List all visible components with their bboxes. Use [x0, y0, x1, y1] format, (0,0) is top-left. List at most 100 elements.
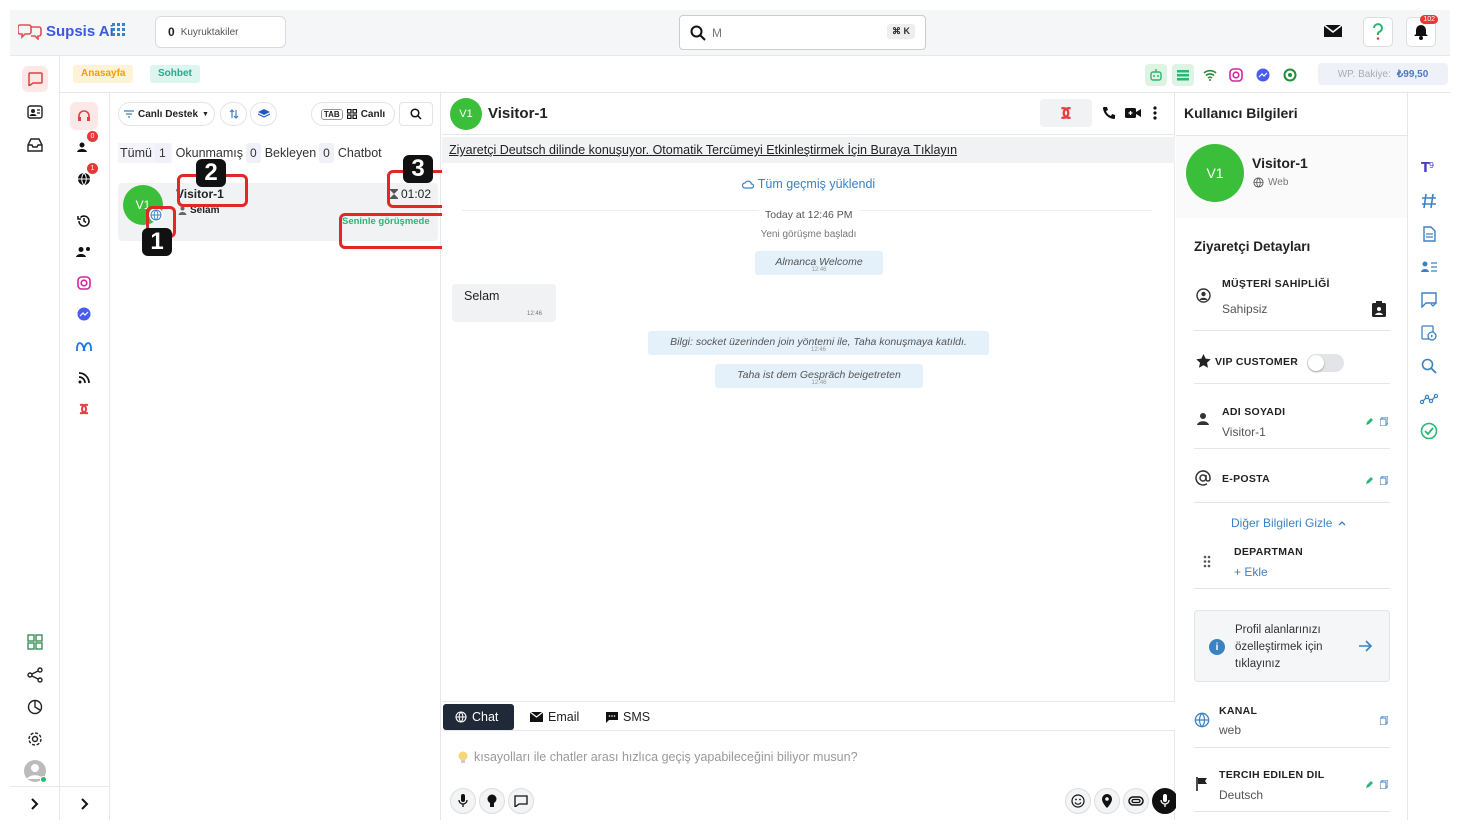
filter-rss[interactable] — [70, 364, 98, 392]
canned-responses-button[interactable] — [508, 788, 534, 814]
copy-icon[interactable] — [1380, 417, 1388, 426]
help-button[interactable] — [1363, 17, 1393, 47]
tab-chatbot[interactable]: Chatbot — [338, 143, 382, 163]
global-search[interactable]: M ⌘ K — [679, 15, 926, 50]
globe-alert-icon — [78, 172, 90, 186]
copy-icon[interactable] — [1380, 780, 1388, 789]
attachment-button[interactable] — [1123, 788, 1149, 814]
copy-icon[interactable] — [1380, 716, 1388, 725]
breadcrumb-home[interactable]: Anasayfa — [73, 65, 134, 83]
channel-value: web — [1219, 723, 1242, 737]
customize-profile-card[interactable]: i Profil alanlarınızı özelleştirmek için… — [1194, 610, 1390, 682]
department-filter[interactable]: Canlı Destek ▼ — [118, 102, 215, 126]
filter-live-support[interactable] — [70, 102, 98, 130]
app-logo[interactable]: Supsis Ai — [18, 22, 114, 40]
search-input[interactable]: M — [712, 26, 722, 40]
tool-contact-list[interactable] — [1418, 256, 1440, 278]
chevron-right-icon — [31, 797, 39, 810]
filter-history[interactable] — [70, 207, 98, 235]
microphone-icon — [458, 794, 468, 807]
sort-button[interactable] — [220, 102, 247, 126]
language-label: TERCIH EDILEN DIL — [1219, 769, 1325, 781]
phone-icon — [1103, 107, 1115, 119]
tool-variables[interactable]: T9 — [1418, 156, 1440, 178]
customize-hint: Profil alanlarınızı özelleştirmek için t… — [1235, 624, 1323, 670]
more-options-button[interactable] — [1153, 106, 1157, 120]
tab-email[interactable]: Email — [518, 704, 591, 730]
toggle-more-info[interactable]: Diğer Bilgileri Gizle — [1231, 516, 1346, 530]
list-search-button[interactable] — [399, 102, 433, 126]
view-toggle[interactable]: TAB Canlı — [311, 102, 395, 126]
filter-missed[interactable]: 1 — [70, 163, 98, 193]
channel-whatsapp[interactable] — [1279, 64, 1301, 86]
filter-instagram[interactable] — [70, 269, 98, 297]
wallet-balance[interactable]: WP. Bakiye: ₺99,50 — [1318, 63, 1448, 85]
owner-label: MÜŞTERİ SAHİPLİĞİ — [1222, 278, 1330, 290]
history-loaded[interactable]: Tüm geçmiş yüklendi — [442, 177, 1175, 191]
nav-chat[interactable] — [22, 66, 48, 92]
filter-brand[interactable] — [70, 395, 98, 423]
tool-notes[interactable] — [1418, 223, 1440, 245]
tab-waiting[interactable]: Bekleyen 0 — [265, 143, 334, 163]
notifications-button[interactable]: 102 — [1406, 15, 1438, 47]
gear-icon — [28, 732, 42, 746]
queue-button[interactable]: 0 Kuyruktakiler — [155, 16, 286, 48]
breadcrumb-chat[interactable]: Sohbet — [150, 65, 200, 83]
tab-all[interactable]: Tümü 1 — [118, 143, 172, 163]
vip-toggle[interactable] — [1307, 354, 1344, 372]
mail-icon[interactable] — [1323, 23, 1343, 39]
channel-list[interactable] — [1172, 64, 1194, 86]
filter-messenger[interactable] — [70, 300, 98, 328]
channel-bot[interactable] — [1145, 64, 1167, 86]
nav-dashboard[interactable] — [22, 629, 48, 655]
channel-instagram[interactable] — [1225, 64, 1247, 86]
emoji-button[interactable] — [1065, 788, 1091, 814]
arrow-right-icon — [1359, 640, 1373, 652]
tool-tags[interactable] — [1418, 190, 1440, 212]
expand-list-button[interactable] — [60, 786, 110, 820]
filter-meta[interactable] — [70, 332, 98, 360]
tool-verification[interactable] — [1418, 420, 1440, 442]
nav-share[interactable] — [22, 662, 48, 688]
edit-icon[interactable] — [1366, 417, 1374, 425]
channel-wifi[interactable] — [1199, 64, 1221, 86]
video-call-button[interactable] — [1125, 107, 1141, 119]
tool-media[interactable] — [1418, 322, 1440, 344]
edit-icon[interactable] — [1366, 476, 1374, 484]
tab-chat[interactable]: Chat — [443, 704, 514, 730]
filter-agents[interactable] — [70, 238, 98, 266]
annotation-label-2: 2 — [196, 159, 226, 187]
brand-action-button[interactable] — [1040, 99, 1092, 127]
nav-contacts[interactable] — [22, 99, 48, 125]
expand-nav-button[interactable] — [10, 786, 60, 820]
voice-note-button[interactable] — [450, 788, 476, 814]
add-department-button[interactable]: + Ekle — [1234, 565, 1268, 579]
system-message: Taha ist dem Gespräch beigetreten 12:46 — [715, 364, 923, 388]
edit-icon[interactable] — [1366, 780, 1374, 788]
wifi-icon — [1203, 69, 1217, 81]
assign-owner-icon[interactable] — [1372, 301, 1386, 317]
star-icon — [1196, 354, 1211, 368]
message-input[interactable]: kısayolları ile chatler arası hızlıca ge… — [458, 750, 858, 764]
nav-settings[interactable] — [22, 726, 48, 752]
copy-icon[interactable] — [1380, 476, 1388, 485]
filter-users[interactable]: 0 — [70, 131, 98, 161]
tool-search[interactable] — [1418, 355, 1440, 377]
suggestion-button[interactable] — [479, 788, 505, 814]
chat-check-icon — [1421, 292, 1437, 308]
layers-button[interactable] — [250, 102, 277, 126]
record-audio-button[interactable] — [1152, 788, 1178, 814]
tool-messages[interactable] — [1418, 289, 1440, 311]
translation-notice[interactable]: Ziyaretçi Deutsch dilinde konuşuyor. Oto… — [442, 137, 1175, 163]
language-value: Deutsch — [1219, 788, 1264, 802]
tab-sms[interactable]: SMS — [594, 704, 662, 730]
location-button[interactable] — [1094, 788, 1120, 814]
tool-journey[interactable] — [1418, 388, 1440, 410]
drag-handle-icon[interactable] — [1203, 555, 1211, 568]
call-button[interactable] — [1102, 106, 1116, 120]
channel-messenger[interactable] — [1252, 64, 1274, 86]
user-avatar[interactable] — [22, 758, 48, 784]
nav-reports[interactable] — [22, 694, 48, 720]
nav-inbox[interactable] — [22, 132, 48, 158]
apps-grid-icon[interactable] — [112, 23, 126, 37]
